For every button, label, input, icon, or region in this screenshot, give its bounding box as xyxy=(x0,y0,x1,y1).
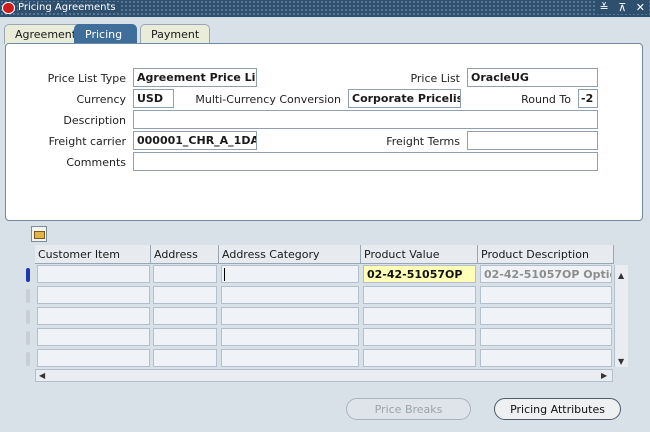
cell-customer-item[interactable] xyxy=(37,286,150,304)
cell-address-category[interactable] xyxy=(221,286,359,304)
cell-address[interactable] xyxy=(153,265,217,283)
freight-terms-field[interactable] xyxy=(467,131,598,150)
window-title: Pricing Agreements xyxy=(18,2,120,13)
col-address-category[interactable]: Address Category xyxy=(219,245,361,264)
cell-product-description[interactable]: 02-42-51057OP Option xyxy=(480,265,612,283)
round-to-label: Round To xyxy=(521,93,571,106)
col-product-value[interactable]: Product Value xyxy=(361,245,478,264)
row-indicator[interactable] xyxy=(26,289,30,303)
description-label: Description xyxy=(63,114,126,127)
multi-currency-field[interactable]: Corporate Pricelist C xyxy=(348,89,461,108)
cell-product-value[interactable] xyxy=(363,307,476,325)
round-to-field[interactable]: -2 xyxy=(578,89,598,108)
window-controls-icon[interactable]: ≚ ⊼ ✕ xyxy=(596,1,648,14)
cell-product-value[interactable] xyxy=(363,349,476,367)
vertical-scrollbar[interactable]: ▲ ▼ xyxy=(614,265,628,367)
scroll-up-icon[interactable]: ▲ xyxy=(618,271,624,280)
window-titlebar: Pricing Agreements ≚ ⊼ ✕ xyxy=(0,0,650,17)
freight-carrier-label: Freight carrier xyxy=(48,135,126,148)
cell-product-value[interactable] xyxy=(363,328,476,346)
tab-pricing[interactable]: Pricing xyxy=(74,24,137,44)
cell-customer-item[interactable] xyxy=(37,328,150,346)
cell-address-category[interactable] xyxy=(221,307,359,325)
freight-carrier-field[interactable]: 000001_CHR_A_1DA xyxy=(133,131,257,150)
text-cursor xyxy=(224,268,225,281)
cell-product-description[interactable] xyxy=(480,307,612,325)
freight-terms-label: Freight Terms xyxy=(386,135,460,148)
row-indicator[interactable] xyxy=(26,310,30,324)
cell-address-category[interactable] xyxy=(221,265,359,283)
cell-product-description[interactable] xyxy=(480,328,612,346)
oracle-app-icon xyxy=(2,2,15,14)
cell-product-value[interactable]: 02-42-51057OP xyxy=(363,265,476,283)
row-indicator-current[interactable] xyxy=(26,268,30,282)
currency-field[interactable]: USD xyxy=(133,89,174,108)
col-address[interactable]: Address xyxy=(151,245,219,264)
price-list-label: Price List xyxy=(410,72,460,85)
scroll-right-icon[interactable]: ▶ xyxy=(601,371,607,380)
row-indicator[interactable] xyxy=(26,352,30,366)
scroll-left-icon[interactable]: ◀ xyxy=(39,371,45,380)
cell-address[interactable] xyxy=(153,328,217,346)
cell-customer-item[interactable] xyxy=(37,265,150,283)
price-breaks-button[interactable]: Price Breaks xyxy=(346,398,471,420)
price-list-type-label: Price List Type xyxy=(47,72,126,85)
col-customer-item[interactable]: Customer Item xyxy=(35,245,151,264)
cell-address-category[interactable] xyxy=(221,349,359,367)
multi-currency-label: Multi-Currency Conversion xyxy=(195,93,341,106)
row-indicator[interactable] xyxy=(26,331,30,345)
cell-product-description[interactable] xyxy=(480,286,612,304)
cell-address[interactable] xyxy=(153,307,217,325)
comments-field[interactable] xyxy=(133,152,598,171)
scroll-down-icon[interactable]: ▼ xyxy=(618,357,624,366)
cell-address[interactable] xyxy=(153,349,217,367)
pricing-attributes-button[interactable]: Pricing Attributes xyxy=(494,398,621,420)
description-field[interactable] xyxy=(133,110,598,129)
folder-icon[interactable] xyxy=(31,226,47,242)
col-product-description[interactable]: Product Description xyxy=(478,245,614,264)
comments-label: Comments xyxy=(66,156,126,169)
tab-payment[interactable]: Payment xyxy=(140,24,211,44)
horizontal-scrollbar[interactable]: ◀ ▶ xyxy=(35,369,613,382)
price-list-type-field[interactable]: Agreement Price List xyxy=(133,68,257,87)
price-list-field[interactable]: OracleUG xyxy=(467,68,598,87)
cell-product-description[interactable] xyxy=(480,349,612,367)
cell-product-value[interactable] xyxy=(363,286,476,304)
cell-address-category[interactable] xyxy=(221,328,359,346)
cell-address[interactable] xyxy=(153,286,217,304)
currency-label: Currency xyxy=(76,93,126,106)
cell-customer-item[interactable] xyxy=(37,307,150,325)
cell-customer-item[interactable] xyxy=(37,349,150,367)
